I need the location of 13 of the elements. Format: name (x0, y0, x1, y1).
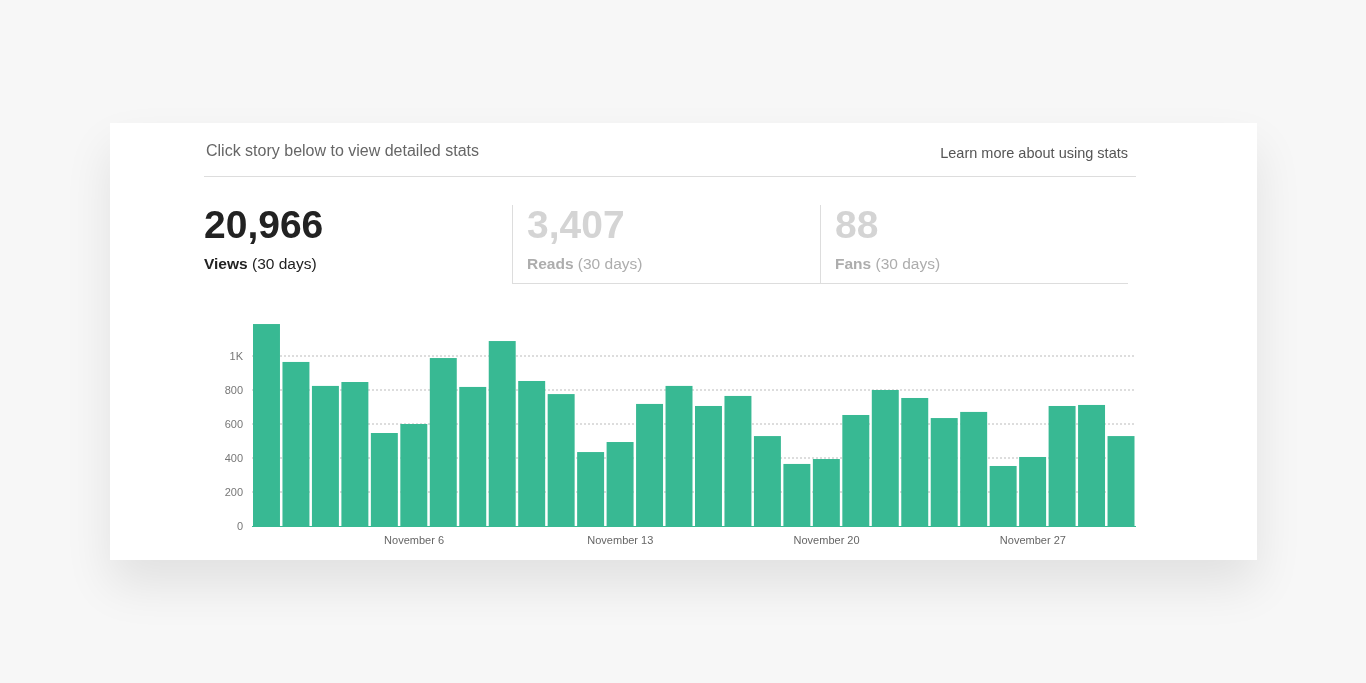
help-link[interactable]: Learn more about using stats (940, 143, 1128, 176)
y-axis-label: 400 (224, 452, 243, 464)
stat-tab[interactable]: 20,966 Views (30 days) (204, 205, 512, 284)
instruction-text: Click story below to view detailed stats (206, 141, 479, 161)
y-axis-label: 800 (224, 384, 243, 396)
y-axis-label: 0 (236, 520, 243, 532)
y-axis-label: 1K (229, 350, 243, 362)
x-axis-label: November 27 (999, 534, 1066, 546)
x-axis-label: November 20 (793, 534, 860, 546)
y-axis-label: 200 (224, 486, 243, 498)
x-axis-label: November 13 (587, 534, 654, 546)
x-axis-label: November 6 (384, 534, 445, 546)
y-axis-label: 600 (224, 418, 243, 430)
